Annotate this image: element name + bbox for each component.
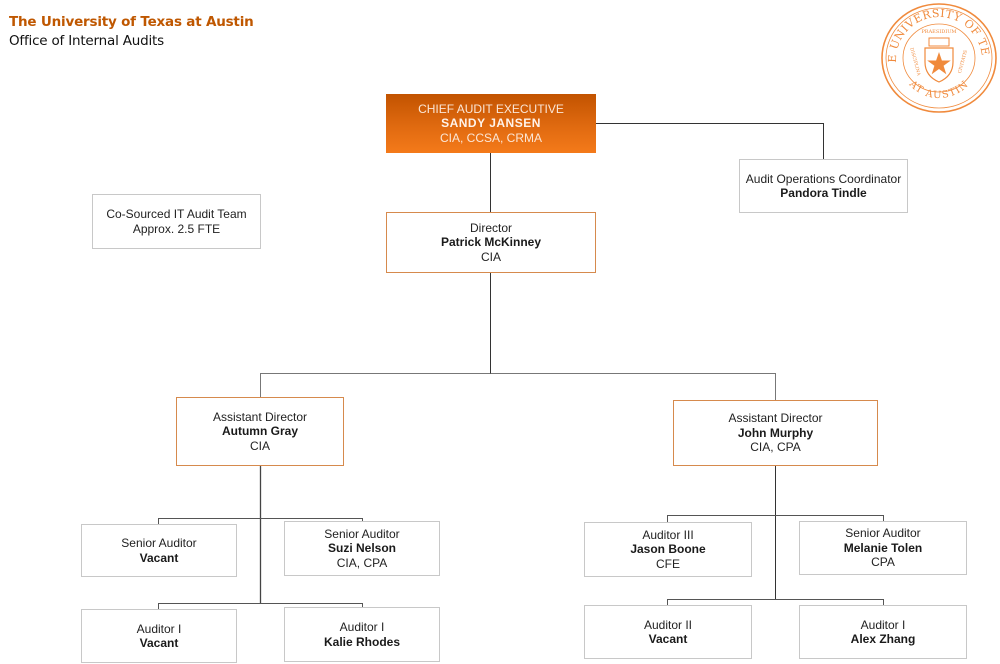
staff-credentials: CIA, CPA [336,555,388,570]
staff-box[interactable]: Senior Auditor Melanie Tolen CPA [799,521,967,575]
staff-credentials: CPA [871,555,895,570]
assistant-director-box-right[interactable]: Assistant Director John Murphy CIA, CPA [673,400,878,466]
staff-title: Auditor II [643,617,693,632]
it-team-title: Co-Sourced IT Audit Team [106,207,247,221]
chief-audit-executive-box[interactable]: CHIEF AUDIT EXECUTIVE SANDY JANSEN CIA, … [386,94,596,153]
ad-title: Assistant Director [212,409,308,424]
staff-title: Senior Auditor [324,526,400,541]
staff-title: Auditor I [860,617,906,632]
coordinator-title: Audit Operations Coordinator [745,171,902,186]
staff-title: Auditor III [642,527,694,542]
staff-name: Alex Zhang [850,632,916,646]
staff-title: Auditor I [136,621,182,636]
chief-name: SANDY JANSEN [441,116,541,131]
chief-title: CHIEF AUDIT EXECUTIVE [418,101,564,116]
staff-title: Senior Auditor [845,526,921,541]
staff-name: Suzi Nelson [327,541,396,556]
ad-credentials: CIA [249,438,270,453]
director-name: Patrick McKinney [440,235,542,250]
it-audit-team-box[interactable]: Co-Sourced IT Audit Team Approx. 2.5 FTE [92,194,261,249]
assistant-director-box-left[interactable]: Assistant Director Autumn Gray CIA [176,397,344,466]
staff-name: Melanie Tolen [843,540,923,555]
coordinator-box[interactable]: Audit Operations Coordinator Pandora Tin… [739,159,908,213]
staff-title: Senior Auditor [121,536,197,550]
staff-name: Vacant [139,550,179,565]
staff-name: Vacant [139,636,179,650]
staff-box[interactable]: Auditor I Alex Zhang [799,605,967,659]
staff-box[interactable]: Auditor II Vacant [584,605,752,659]
director-credentials: CIA [480,249,501,264]
staff-name: Kalie Rhodes [323,634,401,649]
staff-box[interactable]: Auditor I Kalie Rhodes [284,607,440,662]
connector-chief-coordinator [596,123,824,159]
it-team-detail: Approx. 2.5 FTE [132,221,221,236]
ad-title: Assistant Director [728,411,823,426]
director-box[interactable]: Director Patrick McKinney CIA [386,212,596,273]
staff-credentials: CFE [656,556,680,571]
ad-name: John Murphy [737,425,814,440]
staff-box[interactable]: Senior Auditor Suzi Nelson CIA, CPA [284,521,440,576]
chief-credentials: CIA, CCSA, CRMA [439,130,542,145]
coordinator-name: Pandora Tindle [780,186,867,200]
staff-box[interactable]: Senior Auditor Vacant [81,524,237,577]
staff-title: Auditor I [339,620,385,634]
director-title: Director [469,220,512,235]
staff-name: Vacant [648,632,688,646]
ad-credentials: CIA, CPA [750,440,801,455]
staff-box[interactable]: Auditor I Vacant [81,609,237,663]
staff-box[interactable]: Auditor III Jason Boone CFE [584,522,752,577]
ad-name: Autumn Gray [221,424,298,439]
staff-name: Jason Boone [630,542,706,557]
